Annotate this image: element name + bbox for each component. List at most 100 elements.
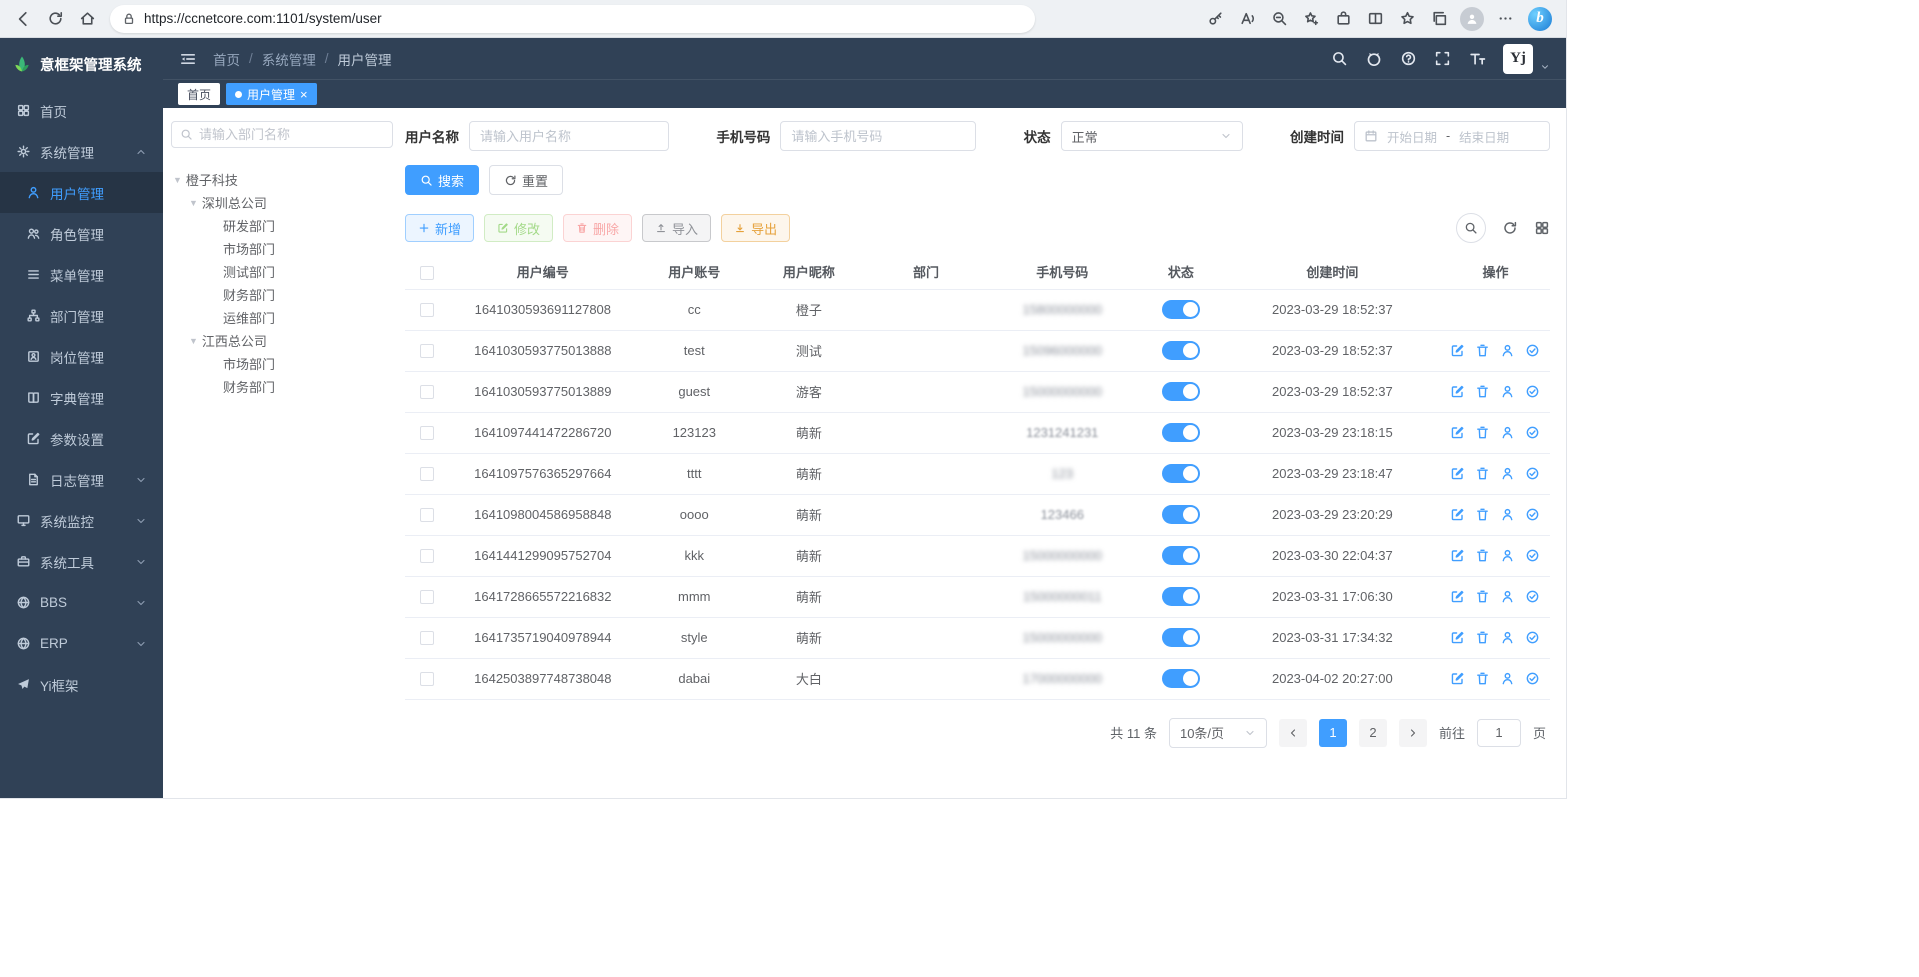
breadcrumb-home[interactable]: 首页	[213, 49, 240, 69]
delete-button[interactable]: 删除	[563, 214, 632, 242]
row-user-icon[interactable]	[1500, 630, 1515, 645]
sidebar-item-menu-mgmt[interactable]: 菜单管理	[0, 254, 163, 295]
row-checkbox[interactable]	[420, 303, 434, 317]
row-checkbox[interactable]	[420, 426, 434, 440]
page-button-2[interactable]: 2	[1359, 719, 1387, 747]
row-edit-icon[interactable]	[1450, 507, 1465, 522]
row-delete-icon[interactable]	[1475, 548, 1490, 563]
sidebar-item-bbs[interactable]: BBS	[0, 582, 163, 623]
fullscreen-icon[interactable]	[1434, 50, 1451, 67]
tree-node-leaf[interactable]: 市场部门	[171, 237, 393, 260]
row-edit-icon[interactable]	[1450, 548, 1465, 563]
tree-node-leaf[interactable]: 财务部门	[171, 283, 393, 306]
status-select[interactable]: 正常	[1061, 121, 1243, 151]
sidebar-item-system[interactable]: 系统管理	[0, 131, 163, 172]
phone-input[interactable]	[780, 121, 976, 151]
select-all-checkbox[interactable]	[420, 266, 434, 280]
refresh-icon[interactable]	[1502, 220, 1518, 236]
import-button[interactable]: 导入	[642, 214, 711, 242]
row-edit-icon[interactable]	[1450, 630, 1465, 645]
row-user-icon[interactable]	[1500, 548, 1515, 563]
export-button[interactable]: 导出	[721, 214, 790, 242]
font-size-icon[interactable]	[1468, 50, 1486, 68]
tree-caret-icon[interactable]: ▼	[173, 175, 182, 185]
question-icon[interactable]	[1400, 50, 1417, 67]
extensions-button[interactable]	[1328, 4, 1358, 34]
sidebar-item-dept-mgmt[interactable]: 部门管理	[0, 295, 163, 336]
tree-node-leaf[interactable]: 测试部门	[171, 260, 393, 283]
browser-home-button[interactable]	[72, 4, 102, 34]
status-toggle[interactable]	[1162, 464, 1200, 483]
favorites-add-button[interactable]	[1296, 4, 1326, 34]
row-check-icon[interactable]	[1525, 630, 1540, 645]
row-check-icon[interactable]	[1525, 425, 1540, 440]
row-check-icon[interactable]	[1525, 548, 1540, 563]
tree-node-branch[interactable]: ▼深圳总公司	[171, 191, 393, 214]
row-delete-icon[interactable]	[1475, 630, 1490, 645]
search-button[interactable]: 搜索	[405, 165, 479, 195]
favorites-bar-button[interactable]	[1392, 4, 1422, 34]
next-page-button[interactable]	[1399, 719, 1427, 747]
password-key-button[interactable]	[1200, 4, 1230, 34]
collections-button[interactable]	[1424, 4, 1454, 34]
search-icon[interactable]	[1331, 50, 1348, 67]
copilot-icon[interactable]: b	[1528, 7, 1552, 31]
row-check-icon[interactable]	[1525, 507, 1540, 522]
tree-node-leaf[interactable]: 研发部门	[171, 214, 393, 237]
row-check-icon[interactable]	[1525, 466, 1540, 481]
status-toggle[interactable]	[1162, 505, 1200, 524]
row-checkbox[interactable]	[420, 508, 434, 522]
sidebar-item-log-mgmt[interactable]: 日志管理	[0, 459, 163, 500]
row-checkbox[interactable]	[420, 344, 434, 358]
row-edit-icon[interactable]	[1450, 425, 1465, 440]
browser-refresh-button[interactable]	[40, 4, 70, 34]
row-user-icon[interactable]	[1500, 343, 1515, 358]
username-input[interactable]	[469, 121, 669, 151]
split-screen-button[interactable]	[1360, 4, 1390, 34]
user-avatar[interactable]: Yj	[1503, 44, 1533, 74]
reset-button[interactable]: 重置	[489, 165, 563, 195]
row-delete-icon[interactable]	[1475, 589, 1490, 604]
row-user-icon[interactable]	[1500, 425, 1515, 440]
tree-node-root[interactable]: ▼橙子科技	[171, 168, 393, 191]
row-user-icon[interactable]	[1500, 466, 1515, 481]
edit-button[interactable]: 修改	[484, 214, 553, 242]
sidebar-item-post-mgmt[interactable]: 岗位管理	[0, 336, 163, 377]
address-bar[interactable]: https://ccnetcore.com:1101/system/user	[110, 5, 1035, 33]
row-check-icon[interactable]	[1525, 384, 1540, 399]
row-checkbox[interactable]	[420, 672, 434, 686]
status-toggle[interactable]	[1162, 300, 1200, 319]
row-user-icon[interactable]	[1500, 507, 1515, 522]
sidebar-item-role-mgmt[interactable]: 角色管理	[0, 213, 163, 254]
sidebar-item-home[interactable]: 首页	[0, 90, 163, 131]
browser-back-button[interactable]	[8, 4, 38, 34]
sidebar-item-user-mgmt[interactable]: 用户管理	[0, 172, 163, 213]
row-edit-icon[interactable]	[1450, 343, 1465, 358]
row-checkbox[interactable]	[420, 590, 434, 604]
row-delete-icon[interactable]	[1475, 466, 1490, 481]
row-delete-icon[interactable]	[1475, 507, 1490, 522]
table-search-button[interactable]	[1456, 213, 1486, 243]
sidebar-item-dict-mgmt[interactable]: 字典管理	[0, 377, 163, 418]
row-user-icon[interactable]	[1500, 384, 1515, 399]
status-toggle[interactable]	[1162, 587, 1200, 606]
dept-search-input[interactable]	[199, 127, 384, 142]
status-toggle[interactable]	[1162, 546, 1200, 565]
tree-caret-icon[interactable]: ▼	[189, 336, 198, 346]
row-checkbox[interactable]	[420, 631, 434, 645]
goto-page-input[interactable]	[1477, 719, 1521, 747]
github-icon[interactable]	[1365, 50, 1383, 68]
sidebar-item-param-settings[interactable]: 参数设置	[0, 418, 163, 459]
row-check-icon[interactable]	[1525, 343, 1540, 358]
page-size-select[interactable]: 10条/页	[1169, 718, 1267, 748]
status-toggle[interactable]	[1162, 341, 1200, 360]
profile-avatar[interactable]	[1460, 7, 1484, 31]
row-edit-icon[interactable]	[1450, 589, 1465, 604]
tab-home[interactable]: 首页	[178, 83, 220, 105]
status-toggle[interactable]	[1162, 382, 1200, 401]
sidebar-item-tools[interactable]: 系统工具	[0, 541, 163, 582]
sidebar-item-yi-framework[interactable]: Yi框架	[0, 664, 163, 705]
tab-user-mgmt[interactable]: 用户管理 ×	[226, 83, 317, 105]
row-edit-icon[interactable]	[1450, 384, 1465, 399]
browser-menu-button[interactable]	[1490, 4, 1520, 34]
